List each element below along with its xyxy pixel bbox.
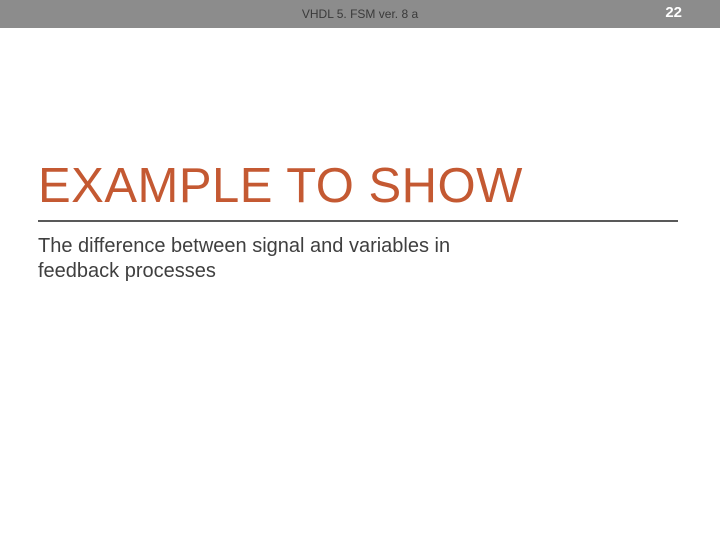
slide-title: EXAMPLE TO SHOW (38, 158, 523, 214)
page-number: 22 (665, 4, 682, 21)
header-title: VHDL 5. FSM ver. 8 a (0, 7, 720, 21)
header-bar: VHDL 5. FSM ver. 8 a 22 (0, 0, 720, 28)
slide-subtitle: The difference between signal and variab… (38, 234, 478, 284)
horizontal-rule (38, 220, 678, 222)
